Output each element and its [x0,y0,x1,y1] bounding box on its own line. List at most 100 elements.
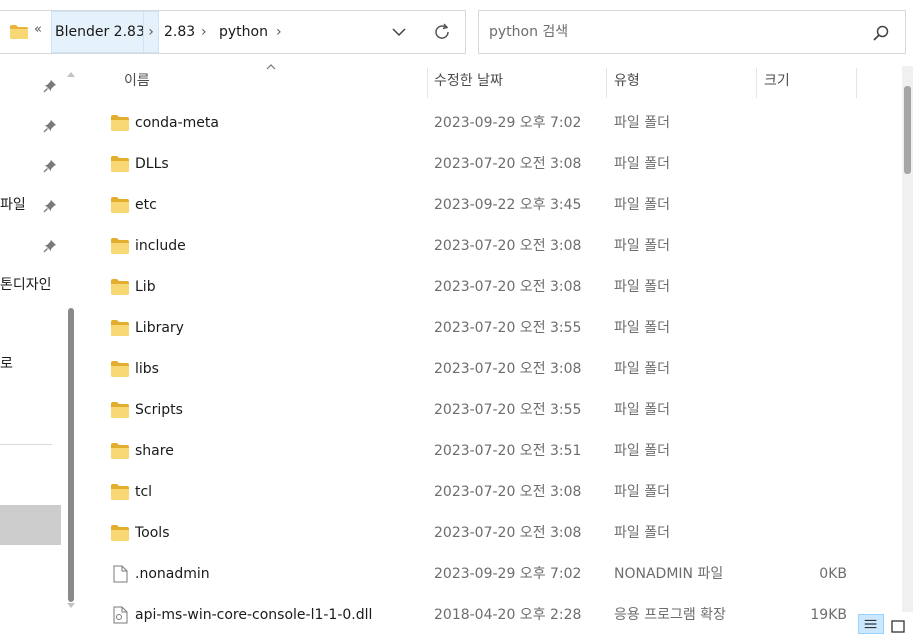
file-size [764,226,847,267]
refresh-icon[interactable] [432,22,452,42]
dll-file-icon [113,606,128,624]
scroll-down-icon[interactable] [66,600,76,610]
folder-icon [111,238,129,254]
file-size [764,513,847,554]
column-header-date[interactable]: 수정한 날짜 [434,62,503,100]
file-name: DLLs [135,156,169,172]
search-icon[interactable] [872,24,890,42]
sidebar-item-ro[interactable]: 로 [0,353,60,375]
column-divider[interactable] [756,68,757,98]
search-box[interactable] [478,10,906,54]
file-type: 파일 폴더 [614,115,670,131]
sidebar-scrollbar[interactable] [63,68,79,616]
file-name: include [135,238,186,254]
file-row[interactable]: tcl 2023-07-20 오전 3:08 파일 폴더 [84,472,904,513]
sidebar-divider [0,444,52,445]
file-name: etc [135,197,157,213]
file-row[interactable]: .nonadmin 2023-09-29 오후 7:02 NONADMIN 파일 0K… [84,554,904,595]
file-date: 2023-07-20 오전 3:08 [434,156,582,172]
file-row[interactable]: Tools 2023-07-20 오전 3:08 파일 폴더 [84,513,904,554]
tiles-view-icon[interactable] [890,616,908,634]
file-row[interactable]: etc 2023-09-22 오후 3:45 파일 폴더 [84,185,904,226]
folder-icon [111,279,129,295]
file-row[interactable]: include 2023-07-20 오전 3:08 파일 폴더 [84,226,904,267]
file-type: 파일 폴더 [614,238,670,254]
folder-icon [10,25,28,39]
top-bar: « Blender 2.83 › 2.83 › python › [0,0,913,62]
column-divider[interactable] [606,68,607,98]
sidebar-item-selected[interactable] [0,505,61,545]
file-type: 파일 폴더 [614,402,670,418]
breadcrumb-blender[interactable]: Blender 2.83 [51,11,149,53]
file-row[interactable]: share 2023-07-20 오전 3:51 파일 폴더 [84,431,904,472]
file-row[interactable]: Library 2023-07-20 오전 3:55 파일 폴더 [84,308,904,349]
pin-icon[interactable] [43,199,57,213]
sidebar-item-label: 로 [0,356,13,372]
file-list-scroll-thumb[interactable] [904,86,911,174]
column-headers: 이름 수정한 날짜 유형 크기 [84,62,904,100]
sort-ascending-icon [266,64,276,70]
file-size [764,185,847,226]
file-date: 2023-09-29 오후 7:02 [434,115,582,131]
breadcrumb-python[interactable]: python [216,11,271,53]
navigation-pane: 파일 톤디자인 로 [0,62,80,634]
folder-icon [111,402,129,418]
file-row[interactable]: conda-meta 2023-09-29 오후 7:02 파일 폴더 [84,103,904,144]
folder-icon [111,361,129,377]
file-type: 파일 폴더 [614,361,670,377]
column-header-type[interactable]: 유형 [614,62,640,100]
pin-icon[interactable] [43,159,57,173]
search-input[interactable] [489,21,849,43]
pin-icon[interactable] [43,79,57,93]
file-name: Lib [135,279,156,295]
file-list-scrollbar[interactable] [902,66,913,612]
breadcrumb-separator[interactable]: › [276,11,282,53]
breadcrumb-separator[interactable]: › [201,11,207,53]
sidebar-item-label: 파일 [0,197,26,213]
file-type: 파일 폴더 [614,279,670,295]
file-date: 2023-07-20 오전 3:08 [434,484,582,500]
file-row[interactable]: api-ms-win-core-console-l1-1-0.dll 2018-0… [84,595,904,634]
pin-icon[interactable] [43,239,57,253]
breadcrumb-version[interactable]: 2.83 [161,11,198,53]
file-name: Scripts [135,402,183,418]
file-date: 2023-07-20 오전 3:08 [434,361,582,377]
breadcrumb-separator[interactable]: › [143,11,159,53]
details-view-icon [864,619,877,629]
file-name: share [135,443,174,459]
file-size: 0KB [819,566,847,582]
pin-icon[interactable] [43,119,57,133]
file-size [764,472,847,513]
address-bar[interactable]: « Blender 2.83 › 2.83 › python › [0,10,466,54]
column-divider[interactable] [427,68,428,98]
file-type: 파일 폴더 [614,320,670,336]
file-size: 19KB [810,607,847,623]
column-divider[interactable] [856,68,857,98]
file-date: 2023-07-20 오전 3:08 [434,238,582,254]
sidebar-item-tone-design[interactable]: 톤디자인 [0,274,60,296]
file-type: 파일 폴더 [614,443,670,459]
file-row[interactable]: Lib 2023-07-20 오전 3:08 파일 폴더 [84,267,904,308]
scroll-up-icon[interactable] [66,70,76,80]
file-date: 2023-07-20 오전 3:08 [434,279,582,295]
sidebar-scroll-thumb[interactable] [68,308,74,602]
folder-icon [111,484,129,500]
column-header-name[interactable]: 이름 [124,62,150,100]
file-type: 파일 폴더 [614,197,670,213]
file-size [764,103,847,144]
chevron-down-icon[interactable] [390,24,408,40]
file-type: 파일 폴더 [614,525,670,541]
folder-icon [111,156,129,172]
file-date: 2023-09-22 오후 3:45 [434,197,582,213]
file-date: 2023-07-20 오전 3:08 [434,525,582,541]
details-view-button[interactable] [858,614,884,634]
overflow-chevron[interactable]: « [34,22,42,37]
file-name: conda-meta [135,115,219,131]
file-row[interactable]: DLLs 2023-07-20 오전 3:08 파일 폴더 [84,144,904,185]
column-header-size[interactable]: 크기 [764,62,790,100]
file-name: Tools [135,525,170,541]
file-row[interactable]: libs 2023-07-20 오전 3:08 파일 폴더 [84,349,904,390]
file-row[interactable]: Scripts 2023-07-20 오전 3:55 파일 폴더 [84,390,904,431]
file-date: 2023-07-20 오전 3:51 [434,443,582,459]
folder-icon [111,115,129,131]
